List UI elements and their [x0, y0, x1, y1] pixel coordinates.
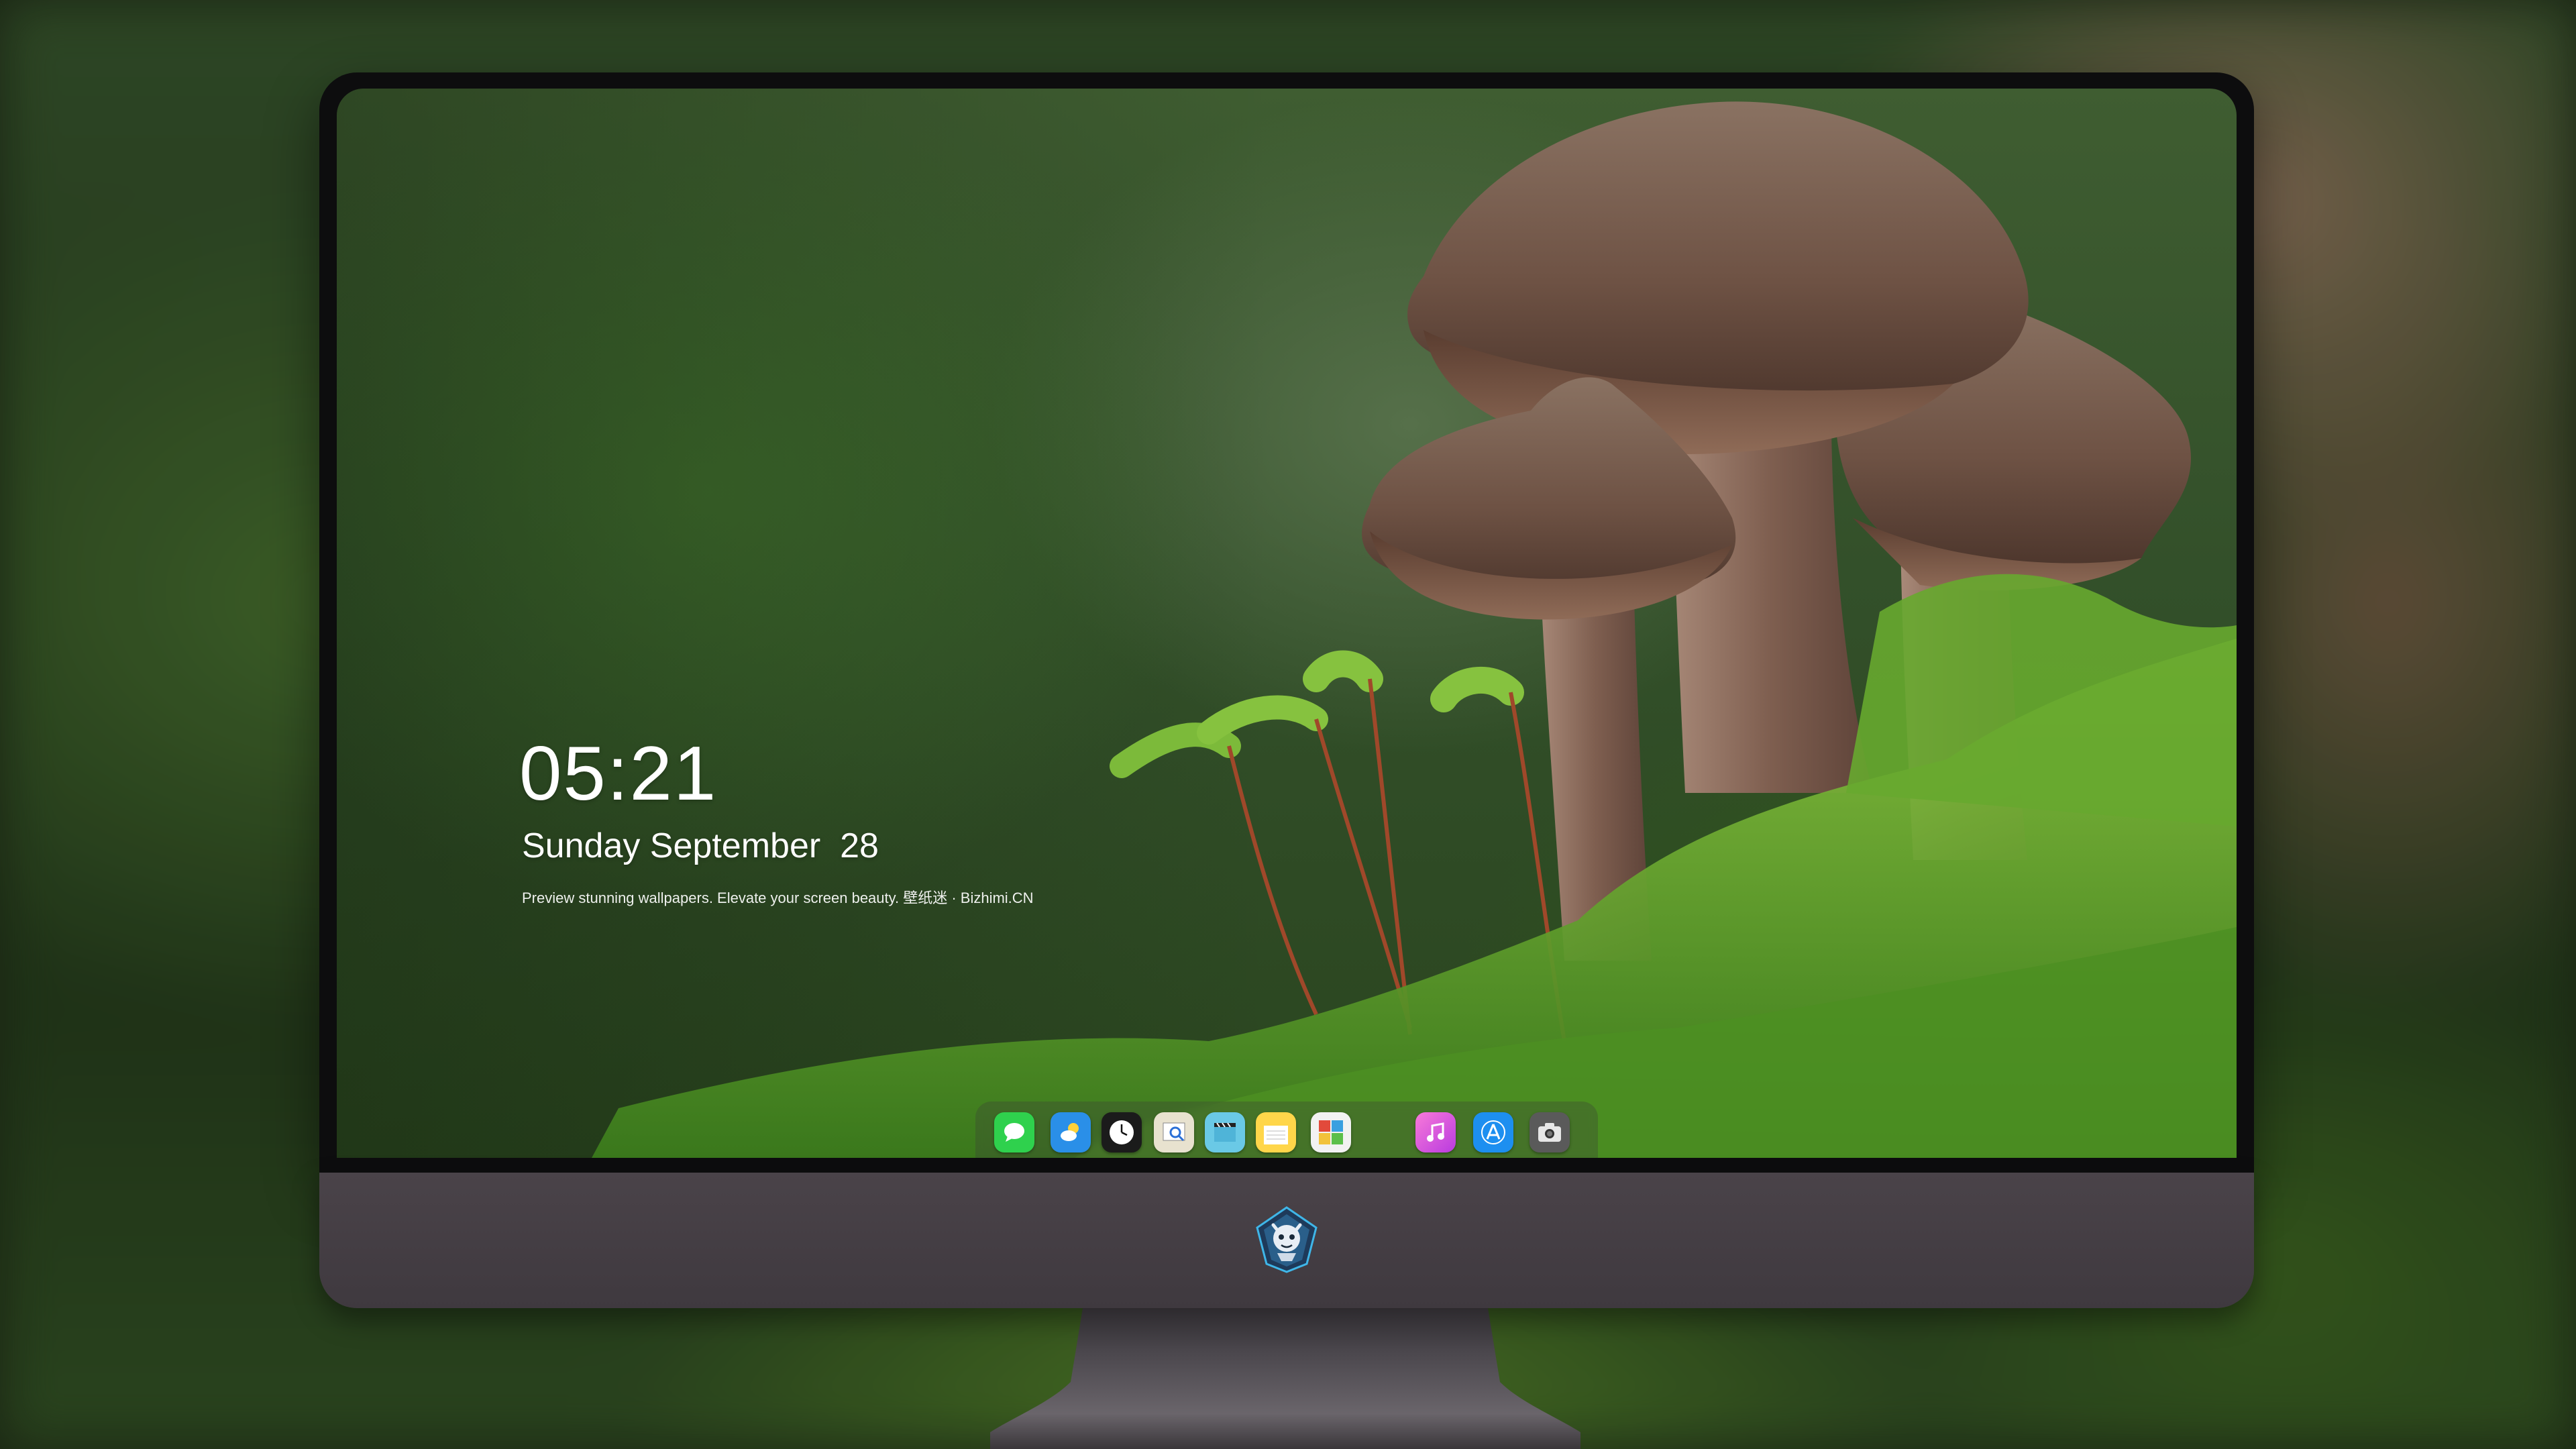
photobooth-icon[interactable] [1311, 1112, 1351, 1152]
desktop-screen: 05:21 Sunday September 28 Preview stunni… [337, 89, 2237, 1158]
appstore-icon[interactable] [1473, 1112, 1513, 1152]
weather-icon[interactable] [1051, 1112, 1091, 1152]
lockscreen-time: 05:21 [519, 731, 718, 816]
monitor: 05:21 Sunday September 28 Preview stunni… [319, 72, 2254, 1308]
clock-icon[interactable] [1102, 1112, 1142, 1152]
camera-icon[interactable] [1529, 1112, 1570, 1152]
music-icon[interactable] [1415, 1112, 1456, 1152]
lockscreen-tagline: Preview stunning wallpapers. Elevate you… [522, 890, 1034, 906]
lockscreen-date: Sunday September 28 [522, 826, 879, 865]
monitor-stand [990, 1308, 1580, 1449]
wallpaper-mushrooms [592, 101, 2237, 1158]
preview-icon[interactable] [1154, 1112, 1194, 1152]
monitor-chin [319, 1173, 2254, 1308]
dragon-mascot-icon [1256, 1206, 1318, 1273]
notes-icon[interactable] [1256, 1112, 1296, 1152]
messages-icon[interactable] [994, 1112, 1034, 1152]
clips-icon[interactable] [1205, 1112, 1245, 1152]
dock [975, 1102, 1598, 1158]
monitor-bezel: 05:21 Sunday September 28 Preview stunni… [319, 72, 2254, 1173]
